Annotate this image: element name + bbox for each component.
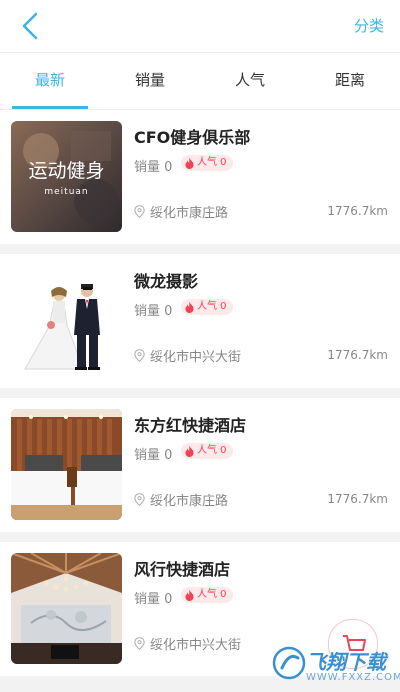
store-thumbnail	[11, 265, 122, 376]
store-address: 绥化市康庄路	[134, 202, 228, 221]
flame-icon	[185, 157, 194, 169]
store-name: CFO健身俱乐部	[134, 128, 251, 147]
sales-count: 销量 0	[134, 448, 173, 463]
store-list: 运动健身 meituan CFO健身俱乐部 销量 0 人气 0 绥化市康庄路 1…	[0, 110, 400, 686]
store-card[interactable]: 运动健身 meituan CFO健身俱乐部 销量 0 人气 0 绥化市康庄路 1…	[0, 110, 400, 244]
sort-tabs: 最新 销量 人气 距离	[0, 53, 400, 110]
popularity-badge: 人气 0	[181, 299, 233, 315]
store-distance: 1776.7km	[327, 204, 388, 218]
store-card[interactable]: 东方红快捷酒店 销量 0 人气 0 绥化市康庄路 1776.7km	[0, 398, 400, 532]
store-distance: 1776.7km	[327, 348, 388, 362]
sales-count: 销量 0	[134, 304, 173, 319]
store-name: 东方红快捷酒店	[134, 416, 247, 435]
location-pin-icon	[134, 637, 145, 650]
svg-text:meituan: meituan	[44, 187, 88, 197]
store-thumbnail	[11, 409, 122, 520]
tab-popularity[interactable]: 人气	[200, 53, 300, 109]
flame-icon	[185, 301, 194, 313]
location-pin-icon	[134, 205, 145, 218]
back-arrow-icon[interactable]	[16, 10, 44, 42]
tab-sales[interactable]: 销量	[100, 53, 200, 109]
sales-count: 销量 0	[134, 592, 173, 607]
store-thumbnail: 运动健身 meituan	[11, 121, 122, 232]
popularity-badge: 人气 0	[181, 587, 233, 603]
store-card[interactable]: 微龙摄影 销量 0 人气 0 绥化市中兴大街 1776.7km	[0, 254, 400, 388]
site-watermark: 飞翔下载 WWW.FXXZ.COM	[270, 640, 400, 688]
top-bar: 分类	[0, 0, 400, 53]
store-address: 绥化市康庄路	[134, 490, 228, 509]
store-name: 微龙摄影	[134, 272, 199, 291]
popularity-badge: 人气 0	[181, 443, 233, 459]
popularity-badge: 人气 0	[181, 155, 233, 171]
watermark-title: 飞翔下载	[306, 650, 386, 674]
svg-text:运动健身: 运动健身	[28, 160, 104, 182]
watermark-logo-icon	[272, 646, 306, 680]
store-address: 绥化市中兴大街	[134, 346, 241, 365]
flame-icon	[185, 589, 194, 601]
store-address: 绥化市中兴大街	[134, 634, 241, 653]
watermark-url: WWW.FXXZ.COM	[306, 672, 400, 683]
store-distance: 1776.7km	[327, 492, 388, 506]
flame-icon	[185, 445, 194, 457]
location-pin-icon	[134, 349, 145, 362]
category-button[interactable]: 分类	[354, 15, 384, 36]
store-thumbnail	[11, 553, 122, 664]
tab-distance[interactable]: 距离	[300, 53, 400, 109]
location-pin-icon	[134, 493, 145, 506]
store-name: 风行快捷酒店	[134, 560, 231, 579]
tab-latest[interactable]: 最新	[0, 53, 100, 109]
sales-count: 销量 0	[134, 160, 173, 175]
